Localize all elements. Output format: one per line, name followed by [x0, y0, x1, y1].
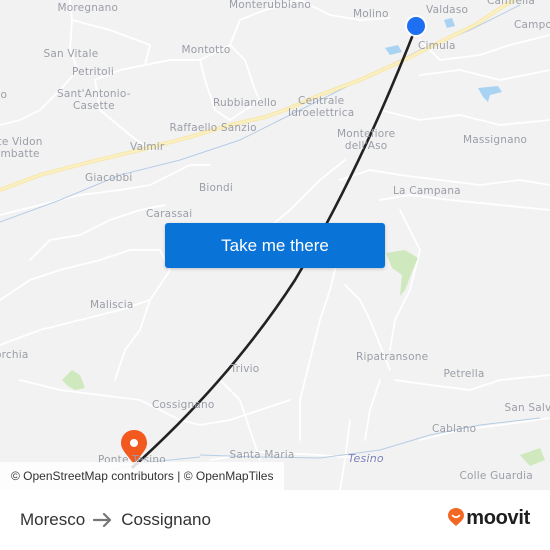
map[interactable]: Moregnano Monterubbiano Molino Valdaso Camfe… [0, 0, 550, 490]
place-label: orchia [0, 349, 29, 361]
moovit-pin-icon [448, 507, 465, 530]
place-label: Santa Maria [229, 449, 295, 461]
destination-name: Cossignano [121, 510, 211, 529]
place-label: te Vidon mbatte [0, 136, 43, 160]
place-label: Ripatransone [356, 351, 429, 363]
place-label: Maliscia [90, 299, 134, 311]
place-label: Valdaso [426, 4, 469, 16]
place-label: Camfella [487, 0, 536, 7]
place-label: Moregnano [57, 2, 119, 14]
route-summary: Moresco Cossignano [20, 490, 211, 550]
place-label: Trivio [230, 363, 260, 375]
place-label: Carassai [146, 208, 193, 220]
place-label: o [0, 89, 8, 101]
place-label: Cablano [432, 423, 477, 435]
place-label: Colle Guardia [459, 470, 533, 482]
place-label: Monterubbiano [229, 0, 312, 11]
place-label: Biondi [199, 182, 233, 194]
map-attribution: © OpenStreetMap contributors | © OpenMap… [0, 462, 285, 490]
place-label: Centrale Idroelettrica [288, 95, 355, 119]
place-label: La Campana [393, 185, 461, 197]
origin-marker[interactable] [405, 15, 427, 37]
water-label: Tesino [348, 452, 384, 465]
place-label: Cossignano [152, 399, 215, 411]
place-label: San Salv [504, 402, 550, 414]
place-label: Giacobbi [85, 172, 133, 184]
moovit-wordmark: moovit [466, 507, 530, 529]
footer-bar: Moresco Cossignano moovit [0, 490, 550, 550]
place-label: Petritoli [72, 66, 114, 78]
arrow-right-icon [93, 513, 113, 527]
place-label: Petrella [443, 368, 485, 380]
place-label: Rubbianello [213, 97, 277, 109]
place-label: Raffaello Sanzio [169, 122, 257, 134]
place-label: Montefiore dell'Aso [337, 128, 396, 152]
place-label: Valmir [130, 141, 165, 153]
place-label: Campo [514, 19, 550, 31]
place-label: Cimula [418, 40, 456, 52]
place-label: Montotto [181, 44, 231, 56]
place-label: San Vitale [43, 48, 99, 60]
place-label: Molino [353, 8, 389, 20]
origin-name: Moresco [20, 510, 86, 529]
moovit-logo[interactable]: moovit [448, 507, 530, 530]
place-label: Massignano [463, 134, 528, 146]
place-label: Sant'Antonio- Casette [57, 88, 131, 112]
take-me-there-button[interactable]: Take me there [165, 223, 385, 268]
